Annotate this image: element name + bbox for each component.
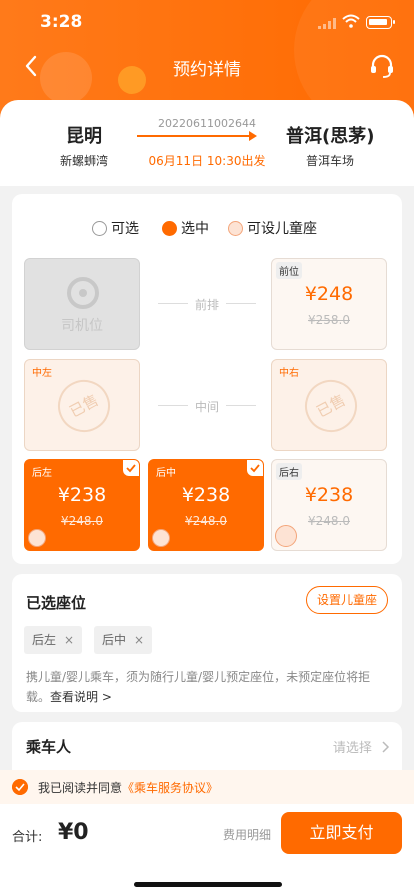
driver-seat-label: 司机位: [61, 318, 103, 334]
seat-middle-right: 中右 已售: [271, 359, 387, 451]
legend-selected: 选中: [162, 218, 209, 238]
steering-wheel-icon: [67, 277, 99, 309]
checkmark-icon: [123, 460, 139, 476]
checkmark-icon: [247, 460, 263, 476]
arrival-station: 普洱车场: [306, 154, 355, 168]
nav-bar: 预约详情: [0, 44, 414, 88]
seat-tag: 前位: [276, 262, 302, 279]
total-label: 合计:: [12, 830, 43, 845]
seat-price: ¥238: [181, 484, 231, 506]
seat-back-right[interactable]: 后右 ¥238 ¥248.0: [271, 459, 387, 551]
signal-icon: [318, 18, 336, 29]
page-title: 预约详情: [173, 60, 241, 80]
battery-icon: [366, 16, 395, 29]
close-icon[interactable]: ×: [64, 633, 74, 647]
seat-original-price: ¥258.0: [308, 313, 350, 327]
child-face-icon: [275, 525, 297, 547]
legend-available-label: 可选: [111, 221, 139, 237]
available-dot-icon: [92, 220, 107, 236]
seat-map-card: 可选 选中 可设儿童座 司机位 前排 前位 ¥248 ¥258.0 中左 已售 …: [12, 194, 402, 564]
agreement-label: 我已阅读并同意: [38, 781, 123, 795]
legend-child-seat: 可设儿童座: [228, 218, 317, 238]
set-child-seat-button[interactable]: 设置儿童座: [306, 586, 388, 614]
agree-checkbox[interactable]: [12, 779, 28, 795]
status-time: 3:28: [40, 12, 83, 32]
child-face-icon: [152, 529, 170, 547]
child-face-icon: [228, 220, 243, 236]
seat-tag: 后中: [156, 468, 176, 479]
seat-back-left[interactable]: 后左 ¥238 ¥248.0: [24, 459, 140, 551]
seat-tag: 后左: [32, 468, 52, 479]
passenger-title: 乘车人: [26, 738, 72, 756]
seat-original-price: ¥248.0: [185, 514, 227, 528]
driver-seat: 司机位: [24, 258, 140, 350]
seat-price: ¥238: [57, 484, 107, 506]
pay-now-button[interactable]: 立即支付: [281, 812, 402, 854]
middle-row-label: 中间: [156, 398, 258, 415]
total-amount: ¥0: [58, 820, 89, 845]
close-icon[interactable]: ×: [134, 633, 144, 647]
agreement-bar: 我已阅读并同意《乘车服务协议》: [0, 770, 414, 804]
selected-seats-title: 已选座位: [26, 594, 87, 612]
selected-seats-card: 已选座位 设置儿童座 后左 × 后中 × 携儿童/婴儿乘车，须为随行儿童/婴儿预定座…: [12, 574, 402, 712]
passenger-select[interactable]: 请选择: [333, 737, 390, 756]
passenger-row[interactable]: 乘车人 请选择: [12, 722, 402, 772]
seat-price: ¥238: [304, 484, 354, 506]
seat-price: ¥248: [304, 283, 354, 305]
selected-seat-chip[interactable]: 后中 ×: [94, 626, 153, 654]
seat-tag: 后右: [276, 463, 302, 480]
legend-selected-label: 选中: [181, 221, 209, 237]
passenger-placeholder: 请选择: [332, 741, 372, 756]
seat-back-middle[interactable]: 后中 ¥238 ¥248.0: [148, 459, 264, 551]
wifi-icon: [342, 14, 360, 28]
front-row-label: 前排: [156, 296, 258, 313]
seat-legend: 可选 选中 可设儿童座: [12, 218, 402, 238]
selected-dot-icon: [162, 220, 177, 236]
legend-child-seat-label: 可设儿童座: [247, 221, 317, 237]
sold-stamp-icon: 已售: [295, 370, 367, 442]
view-details-link[interactable]: 查看说明 >: [50, 690, 112, 704]
chevron-right-icon: [382, 741, 390, 753]
fee-detail-link[interactable]: 费用明细: [223, 826, 271, 843]
agreement-text: 我已阅读并同意《乘车服务协议》: [38, 779, 218, 796]
route-arrow-icon: [137, 131, 257, 141]
service-agreement-link[interactable]: 《乘车服务协议》: [122, 781, 218, 795]
seat-tag: 中左: [32, 368, 52, 379]
route-card: 昆明 新螺蛳湾 20220611002644 06月11日 10:30出发 普洱…: [0, 100, 414, 186]
selected-seat-chip[interactable]: 后左 ×: [24, 626, 83, 654]
status-bar: 3:28: [0, 0, 414, 44]
chip-label: 后左: [32, 633, 57, 647]
sold-stamp-icon: 已售: [48, 370, 120, 442]
child-policy-note: 携儿童/婴儿乘车，须为随行儿童/婴儿预定座位，未预定座位将拒载。查看说明 >: [26, 667, 390, 707]
arrival-city: 普洱(思茅): [286, 126, 375, 147]
seat-tag: 中右: [279, 368, 299, 379]
seat-original-price: ¥248.0: [61, 514, 103, 528]
home-indicator: [134, 882, 282, 887]
chip-label: 后中: [102, 633, 127, 647]
customer-service-icon[interactable]: [368, 52, 396, 80]
seat-front[interactable]: 前位 ¥248 ¥258.0: [271, 258, 387, 350]
child-face-icon: [28, 529, 46, 547]
seat-middle-left: 中左 已售: [24, 359, 140, 451]
legend-available: 可选: [92, 218, 139, 238]
